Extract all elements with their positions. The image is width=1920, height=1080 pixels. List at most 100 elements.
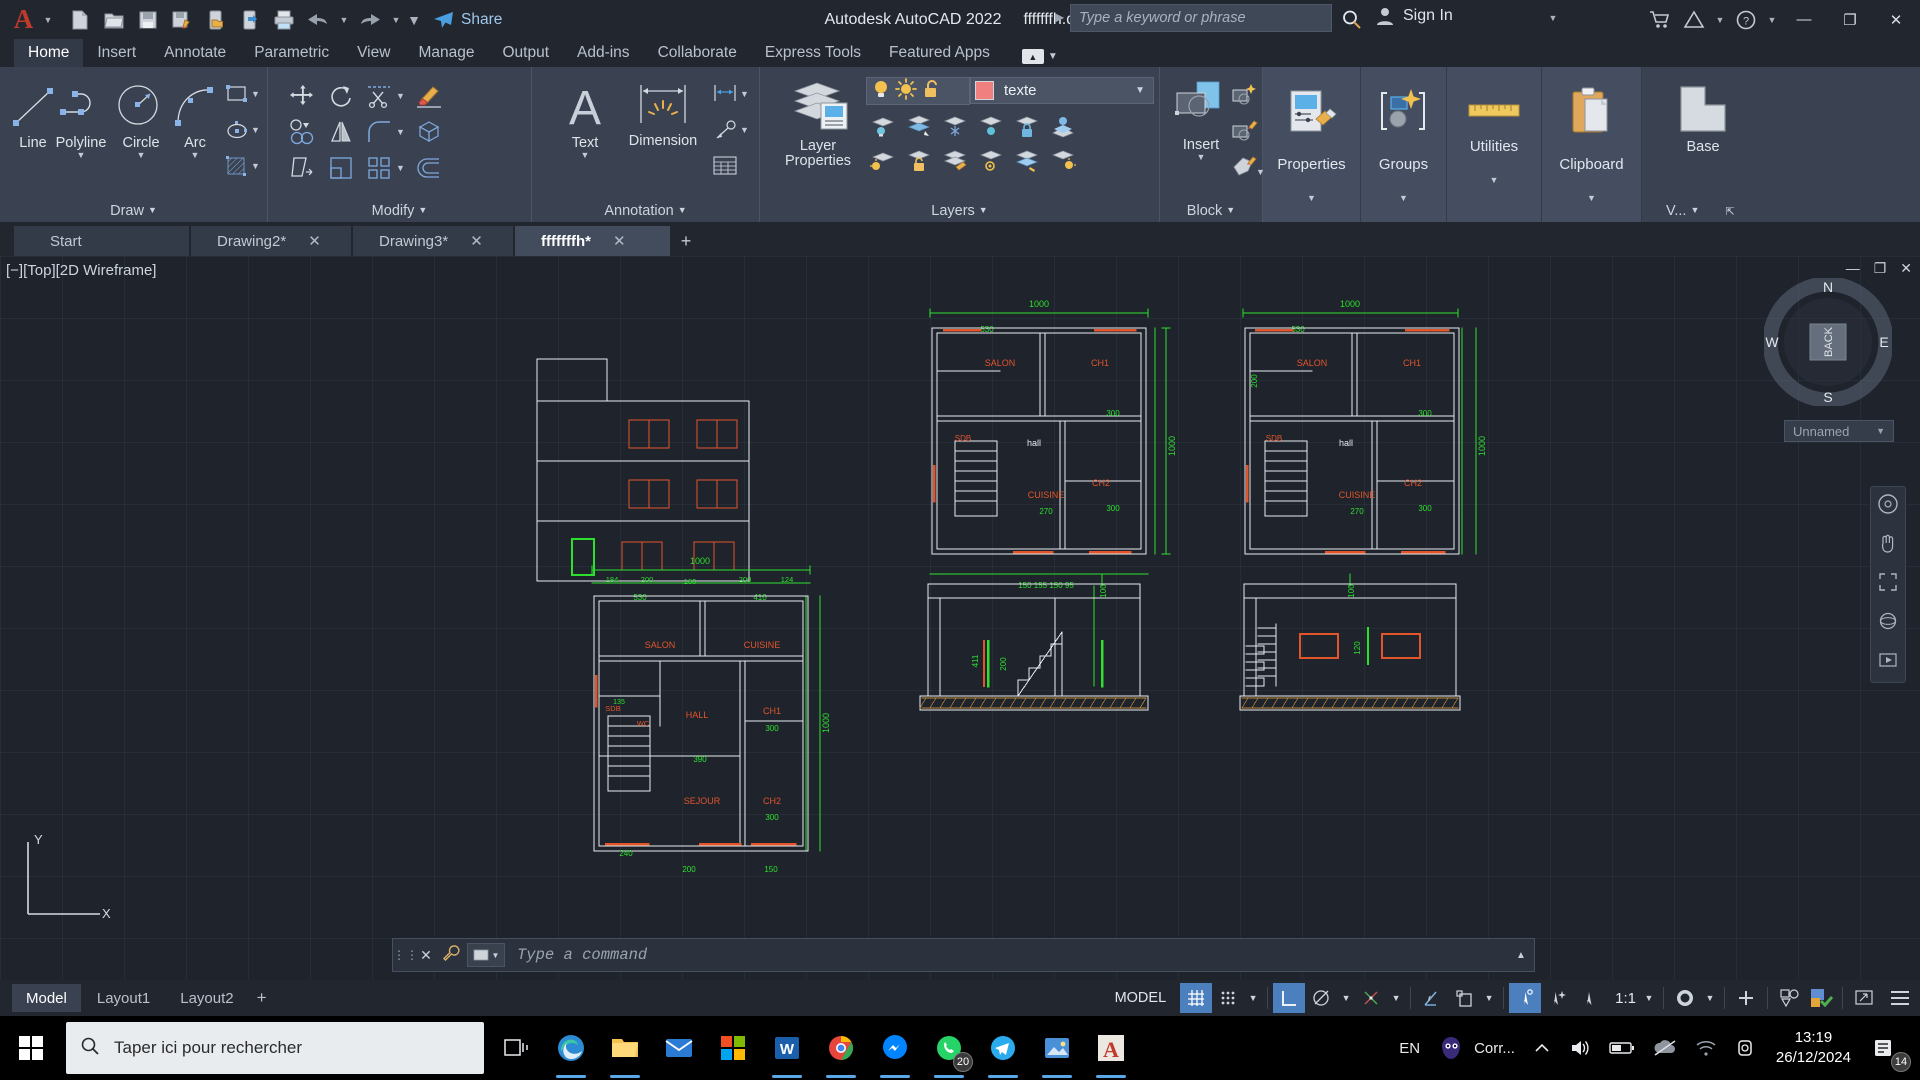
explode-icon[interactable] xyxy=(414,117,444,147)
text-button[interactable]: A Text ▼ xyxy=(554,79,616,160)
tab-manage[interactable]: Manage xyxy=(404,39,488,67)
view-panel-expand-icon[interactable]: ▼ xyxy=(1690,205,1699,215)
layer-on-icon[interactable] xyxy=(1048,111,1078,141)
ribbon-options-chevron-down-icon[interactable]: ▼ xyxy=(1048,51,1058,62)
layer-chevron-down-icon[interactable]: ▼ xyxy=(1135,85,1145,96)
share-button[interactable]: Share xyxy=(432,10,502,30)
stretch-icon[interactable] xyxy=(288,153,318,183)
show-hidden-icons-chevron-icon[interactable] xyxy=(1524,1016,1560,1080)
new-file-tab-button[interactable]: + xyxy=(672,226,700,256)
fillet-icon[interactable] xyxy=(364,117,394,147)
sun-freeze-icon[interactable] xyxy=(895,77,917,105)
text-dropdown-icon[interactable]: ▼ xyxy=(581,150,590,160)
file-tab-fffffffh[interactable]: fffffffh* ✕ xyxy=(515,226,670,256)
layer-freeze-icon[interactable] xyxy=(940,111,970,141)
properties-panel-expand-icon[interactable]: ▼ xyxy=(1307,193,1316,203)
panel-clipboard[interactable]: Clipboard ▼ xyxy=(1542,67,1642,222)
save-icon[interactable] xyxy=(132,5,164,35)
save-to-web-icon[interactable] xyxy=(234,5,266,35)
notification-center-icon[interactable]: 14 xyxy=(1863,1016,1914,1080)
search-input[interactable]: Type a keyword or phrase xyxy=(1070,4,1332,32)
redo-dropdown-icon[interactable]: ▼ xyxy=(388,15,404,25)
workspace-switching-icon[interactable] xyxy=(1669,983,1701,1013)
hardware-acceleration-icon[interactable] xyxy=(1805,983,1837,1013)
help-dropdown-icon[interactable]: ▼ xyxy=(1764,15,1780,25)
move-icon[interactable] xyxy=(288,81,318,111)
layer-properties-button[interactable]: Layer Properties xyxy=(774,79,862,169)
leader-dropdown-icon[interactable]: ▼ xyxy=(740,125,749,135)
microsoft-edge-icon[interactable] xyxy=(544,1016,598,1080)
panel-utilities[interactable]: Utilities ▼ xyxy=(1447,67,1542,222)
open-file-icon[interactable] xyxy=(98,5,130,35)
mirror-icon[interactable] xyxy=(326,117,356,147)
file-explorer-icon[interactable] xyxy=(598,1016,652,1080)
file-tab-start[interactable]: Start xyxy=(14,226,189,256)
drawing-viewport[interactable]: [−][Top][2D Wireframe] — ❐ ✕ BACK N E S … xyxy=(0,256,1920,980)
model-space-label[interactable]: MODEL xyxy=(1101,990,1181,1006)
tab-add-ins[interactable]: Add-ins xyxy=(563,39,644,67)
leader-icon[interactable] xyxy=(710,115,740,145)
layers-panel-expand-icon[interactable]: ▼ xyxy=(979,205,988,215)
photos-icon[interactable] xyxy=(1030,1016,1084,1080)
ribbon-minimize-icon[interactable]: ▲ xyxy=(1021,49,1044,64)
lineweight-dropdown-icon[interactable]: ▼ xyxy=(1480,983,1498,1013)
base-view-button[interactable]: Base xyxy=(1670,81,1736,155)
layer-match-icon[interactable] xyxy=(940,145,970,175)
2d-object-snap-toggle[interactable] xyxy=(1416,983,1448,1013)
trim-icon[interactable] xyxy=(364,81,394,111)
autocad-icon[interactable]: A xyxy=(1084,1016,1138,1080)
open-from-web-icon[interactable] xyxy=(200,5,232,35)
rotate-icon[interactable] xyxy=(326,81,356,111)
undo-dropdown-icon[interactable]: ▼ xyxy=(336,15,352,25)
panel-properties[interactable]: Properties ▼ xyxy=(1263,67,1361,222)
tab-output[interactable]: Output xyxy=(488,39,563,67)
save-as-icon[interactable] xyxy=(166,5,198,35)
undo-icon[interactable] xyxy=(302,5,334,35)
command-input[interactable]: Type a command xyxy=(505,946,1508,964)
autoscale-toggle[interactable] xyxy=(1541,983,1573,1013)
layer-walk-icon[interactable] xyxy=(1048,145,1078,175)
groups-panel-expand-icon[interactable]: ▼ xyxy=(1399,193,1408,203)
layout-tab-model[interactable]: Model xyxy=(12,984,81,1012)
panel-groups[interactable]: Groups ▼ xyxy=(1361,67,1447,222)
utilities-panel-expand-icon[interactable]: ▼ xyxy=(1490,175,1499,185)
hatch-dropdown-icon[interactable]: ▼ xyxy=(251,161,260,171)
layer-lock-icon[interactable] xyxy=(1012,111,1042,141)
command-line-grip[interactable]: ⋮⋮ xyxy=(393,948,418,962)
annotation-scale-toggle[interactable] xyxy=(1573,983,1605,1013)
task-view-icon[interactable] xyxy=(490,1016,544,1080)
taskbar-search-input[interactable]: Taper ici pour rechercher xyxy=(66,1022,484,1074)
tab-featured-apps[interactable]: Featured Apps xyxy=(875,39,1004,67)
osnap-dropdown-icon[interactable]: ▼ xyxy=(1387,983,1405,1013)
language-indicator[interactable]: EN xyxy=(1390,1016,1429,1080)
mail-icon[interactable] xyxy=(652,1016,706,1080)
clean-screen-icon[interactable] xyxy=(1848,983,1880,1013)
snap-mode-toggle[interactable] xyxy=(1212,983,1244,1013)
close-icon[interactable]: ✕ xyxy=(470,232,483,250)
volume-icon[interactable] xyxy=(1560,1016,1600,1080)
table-icon[interactable] xyxy=(710,151,740,181)
arc-button[interactable]: Arc ▼ xyxy=(164,79,226,160)
sign-in-button[interactable]: Sign In xyxy=(1375,6,1453,26)
dimension-button[interactable]: Dimension xyxy=(620,79,706,149)
polyline-dropdown-icon[interactable]: ▼ xyxy=(77,150,86,160)
workspace-dropdown-icon[interactable]: ▼ xyxy=(1701,983,1719,1013)
cart-icon[interactable] xyxy=(1644,4,1676,36)
google-chrome-icon[interactable] xyxy=(814,1016,868,1080)
annotation-panel-expand-icon[interactable]: ▼ xyxy=(678,205,687,215)
scale-icon[interactable] xyxy=(326,153,356,183)
command-line-close-icon[interactable]: ✕ xyxy=(415,947,437,964)
clipboard-panel-expand-icon[interactable]: ▼ xyxy=(1587,193,1596,203)
layer-previous-icon[interactable] xyxy=(976,145,1006,175)
ribbon-panel-overflow-icon[interactable]: ⇱ xyxy=(1725,206,1734,218)
annotation-scale-label[interactable]: 1:1 xyxy=(1605,990,1640,1007)
lineweight-toggle[interactable] xyxy=(1448,983,1480,1013)
layer-unisolate-icon[interactable] xyxy=(904,111,934,141)
linear-dimension-dropdown-icon[interactable]: ▼ xyxy=(740,89,749,99)
unlock-icon[interactable] xyxy=(920,78,942,105)
command-expand-icon[interactable]: ▲ xyxy=(1508,950,1534,961)
block-panel-expand-icon[interactable]: ▼ xyxy=(1226,205,1235,215)
new-layout-button[interactable]: + xyxy=(250,988,274,1008)
isolate-objects-icon[interactable] xyxy=(1773,983,1805,1013)
hatch-icon[interactable] xyxy=(222,151,252,181)
